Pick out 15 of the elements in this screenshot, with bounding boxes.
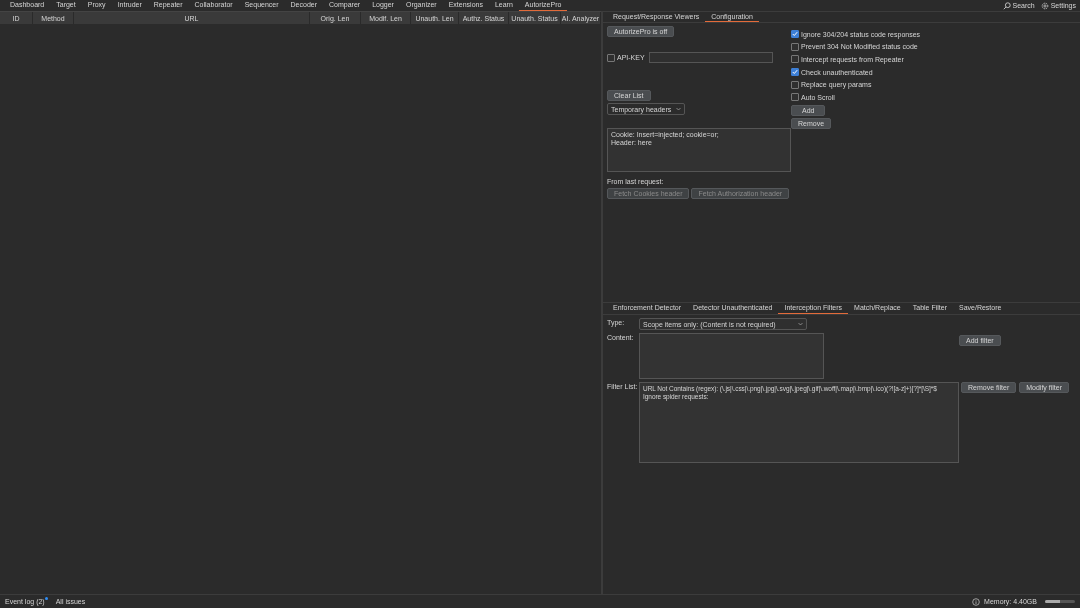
checkbox[interactable] (791, 42, 799, 51)
info-icon (972, 597, 981, 606)
checkbox[interactable] (791, 30, 799, 39)
search-icon (1002, 1, 1011, 10)
caret-icon (676, 107, 682, 111)
checkbox[interactable] (791, 80, 799, 89)
checkbox[interactable] (607, 53, 615, 62)
settings-icon (1040, 1, 1049, 10)
notification-dot (44, 597, 48, 600)
checkbox[interactable] (791, 55, 799, 64)
caret-icon (798, 322, 803, 326)
api-key-field[interactable] (648, 52, 773, 63)
checkbox[interactable] (791, 93, 799, 102)
checkbox[interactable] (791, 68, 799, 77)
content-field[interactable] (639, 333, 824, 379)
